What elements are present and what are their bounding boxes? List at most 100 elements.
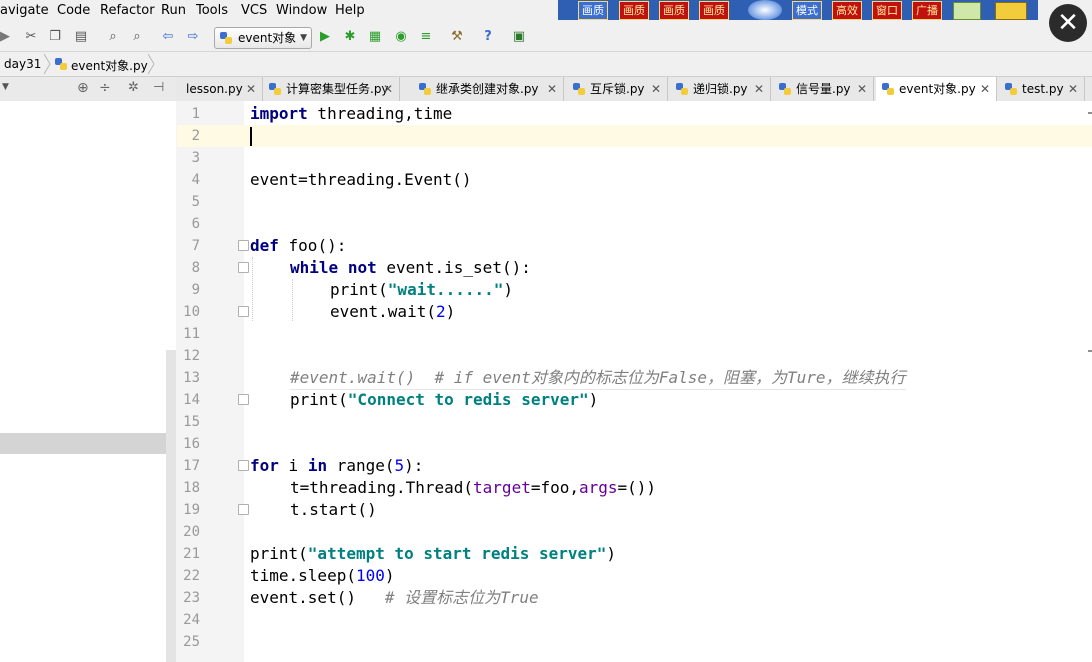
line-number: 23 — [183, 590, 200, 606]
copy-icon[interactable]: ❐ — [46, 28, 64, 46]
menu-tools[interactable]: Tools — [196, 3, 228, 18]
tab-test[interactable]: test.py ✕ — [999, 77, 1085, 101]
tab-event-object[interactable]: event对象.py ✕ — [876, 77, 997, 102]
main-toolbar: ▶ ✂ ❐ ▤ ⌕ ⌕ ⇦ ⇨ ▶ ✱ ▦ ◉ ≡ ⚒ ? ▣ — [0, 23, 1092, 52]
line-number: 16 — [183, 436, 200, 452]
menu-vcs[interactable]: VCS — [241, 3, 267, 18]
fold-toggle-icon[interactable] — [238, 262, 249, 273]
code-line: print("attempt to start redis server") — [250, 544, 617, 563]
line-number: 21 — [183, 546, 200, 562]
tab-inherit-class[interactable]: 继承类创建对象.py ✕ — [413, 77, 564, 101]
close-icon[interactable]: ✕ — [1068, 77, 1078, 101]
line-number: 7 — [191, 238, 200, 254]
python-file-icon — [419, 83, 431, 95]
breadcrumb-file[interactable]: event对象.py — [71, 57, 148, 74]
line-number: 8 — [191, 260, 200, 276]
close-icon[interactable]: ✕ — [547, 77, 557, 101]
breadcrumb-separator-icon — [43, 53, 51, 75]
menu-help[interactable]: Help — [335, 3, 365, 18]
run-configuration-label: event对象 — [238, 31, 297, 45]
promo-mode[interactable]: 模式 — [792, 1, 822, 20]
python-file-icon — [882, 83, 894, 95]
line-number: 2 — [191, 128, 200, 144]
promo-quality-3[interactable]: 画质 — [659, 1, 689, 20]
tab-rlock[interactable]: 递归锁.py ✕ — [670, 77, 771, 101]
tab-semaphore[interactable]: 信号量.py ✕ — [773, 77, 874, 101]
tab-label: 递归锁.py — [693, 82, 748, 96]
python-file-icon — [779, 83, 791, 95]
project-tree-selected-row[interactable] — [0, 433, 176, 454]
concurrency-icon[interactable]: ≡ — [417, 28, 435, 46]
tab-label: 互斥锁.py — [590, 82, 645, 96]
scrollbar-marker[interactable] — [1088, 112, 1092, 114]
python-file-icon — [269, 83, 281, 95]
close-icon[interactable]: ✕ — [980, 77, 990, 101]
scroll-from-source-icon[interactable]: ⊕ — [77, 80, 89, 96]
fold-toggle-icon[interactable] — [238, 240, 249, 251]
tab-mutex[interactable]: 互斥锁.py ✕ — [567, 77, 668, 101]
paste-icon[interactable]: ▤ — [72, 28, 90, 46]
panel-splitter[interactable] — [166, 350, 176, 662]
coverage-icon[interactable]: ▦ — [366, 28, 384, 46]
play-small-icon[interactable]: ▶ — [0, 28, 14, 46]
fold-toggle-icon[interactable] — [238, 306, 249, 317]
run-configuration-select[interactable]: event对象 ▼ — [214, 27, 312, 49]
chevron-down-icon: ▼ — [300, 33, 307, 43]
cut-icon[interactable]: ✂ — [22, 28, 40, 46]
scrollbar-marker[interactable] — [1088, 350, 1092, 352]
close-icon[interactable]: ✕ — [383, 77, 393, 101]
disc-icon[interactable] — [748, 0, 782, 20]
code-line: event.wait(2) — [330, 302, 456, 321]
hide-panel-icon[interactable]: ⊣ — [153, 80, 164, 95]
close-icon[interactable]: ✕ — [651, 77, 661, 101]
close-icon[interactable]: ✕ — [246, 77, 256, 101]
replace-icon[interactable]: ⌕ — [128, 28, 146, 46]
breadcrumb-separator-icon — [147, 53, 155, 75]
collapse-all-icon[interactable]: ÷ — [99, 80, 111, 96]
code-line: while not event.is_set(): — [290, 258, 531, 277]
run-icon[interactable]: ▶ — [316, 28, 334, 46]
tab-lesson[interactable]: lesson.py ✕ — [176, 77, 263, 101]
promo-broadcast[interactable]: 广播 — [912, 1, 942, 20]
breadcrumb-folder[interactable]: day31 — [4, 57, 41, 71]
find-icon[interactable]: ⌕ — [104, 28, 122, 46]
project-tree[interactable] — [0, 101, 176, 662]
promo-quality-2[interactable]: 画质 — [619, 1, 649, 20]
promo-quality-4[interactable]: 画质 — [699, 1, 729, 20]
profile-icon[interactable]: ◉ — [392, 28, 410, 46]
menu-navigate[interactable]: avigate — [0, 3, 49, 18]
promo-efficient[interactable]: 高效 — [832, 1, 862, 20]
fold-toggle-icon[interactable] — [238, 460, 249, 471]
menu-run[interactable]: Run — [161, 3, 186, 18]
gear-icon[interactable]: ✲ — [128, 80, 139, 95]
menu-window[interactable]: Window — [276, 3, 327, 18]
close-icon[interactable]: ✕ — [857, 77, 867, 101]
fold-toggle-icon[interactable] — [238, 394, 249, 405]
promo-quality-1[interactable]: 画质 — [578, 1, 608, 20]
tab-label: lesson.py — [186, 82, 243, 96]
tab-label: 信号量.py — [796, 82, 851, 96]
menu-refactor[interactable]: Refactor — [100, 3, 155, 18]
close-overlay-button[interactable]: ✕ — [1049, 4, 1087, 42]
chevron-down-icon[interactable]: ▼ — [2, 82, 9, 92]
line-number: 17 — [183, 458, 200, 474]
line-number: 22 — [183, 568, 200, 584]
line-number: 13 — [183, 370, 200, 386]
code-line: t=threading.Thread(target=foo,args=()) — [290, 478, 657, 497]
code-line: print("Connect to redis server") — [290, 390, 599, 409]
sdk-icon[interactable]: ▣ — [510, 28, 528, 46]
settings-icon[interactable]: ⚒ — [448, 28, 466, 46]
fold-toggle-icon[interactable] — [238, 504, 249, 515]
forward-arrow-icon[interactable]: ⇨ — [184, 28, 202, 46]
line-number: 18 — [183, 480, 200, 496]
mascot-icon[interactable] — [995, 2, 1027, 20]
debug-icon[interactable]: ✱ — [341, 28, 359, 46]
close-icon[interactable]: ✕ — [754, 77, 764, 101]
signal-icon[interactable] — [953, 2, 981, 20]
promo-window[interactable]: 窗口 — [872, 1, 902, 20]
help-icon[interactable]: ? — [479, 28, 497, 46]
tab-compute-intensive[interactable]: 计算密集型任务.py ✕ — [263, 77, 400, 101]
back-arrow-icon[interactable]: ⇦ — [159, 28, 177, 46]
menu-code[interactable]: Code — [57, 3, 90, 18]
tab-label: 计算密集型任务.py — [286, 82, 389, 96]
